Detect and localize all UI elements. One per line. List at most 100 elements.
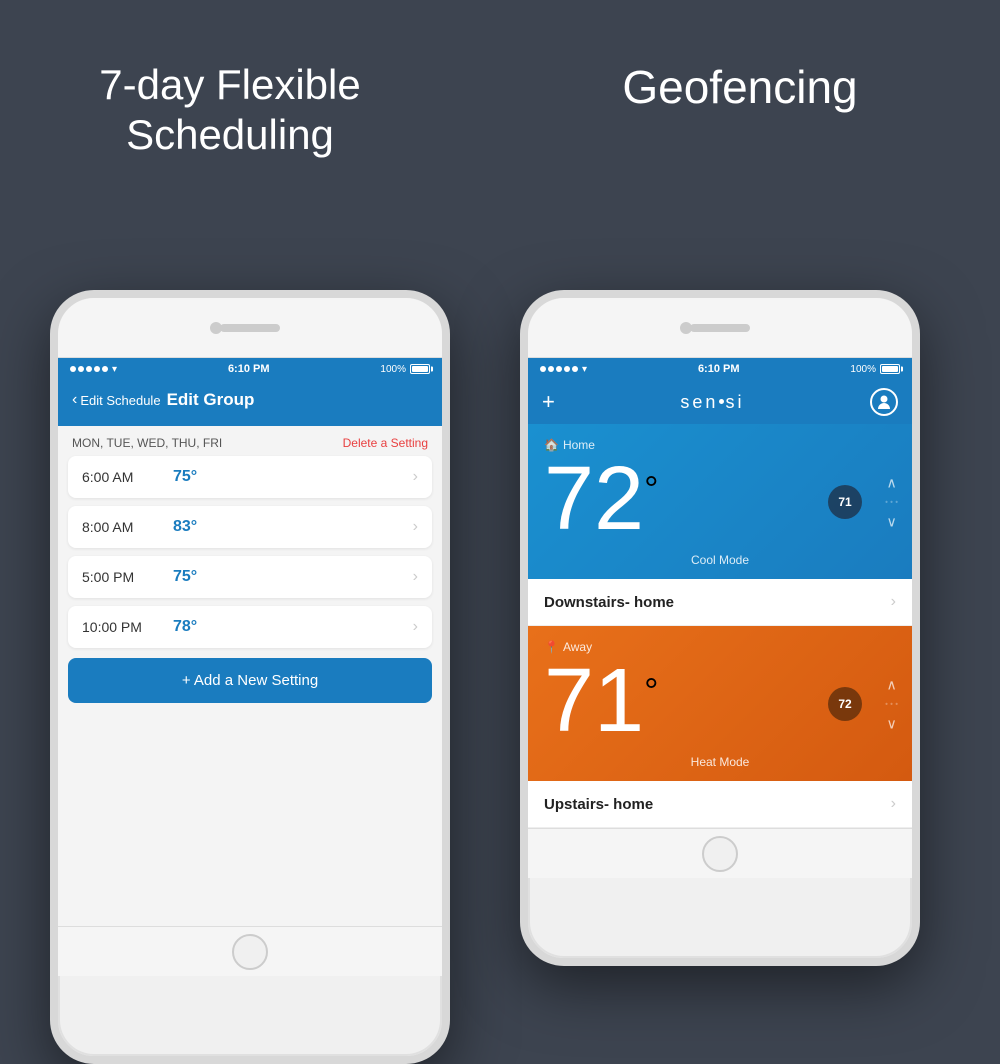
status-bar-right: ▾ 6:10 PM 100% bbox=[528, 358, 912, 380]
plus-button[interactable]: + bbox=[542, 389, 555, 415]
signal-dot bbox=[548, 366, 554, 372]
thermostat-name-downstairs: Downstairs- home bbox=[544, 594, 674, 611]
set-temp-badge-heat: 72 bbox=[828, 687, 862, 721]
dots-separator: • • • bbox=[885, 497, 898, 506]
schedule-time: 10:00 PM bbox=[82, 619, 157, 635]
status-time-right: 6:10 PM bbox=[698, 363, 740, 375]
chevron-right-icon: › bbox=[413, 518, 418, 536]
battery-icon-left bbox=[410, 364, 430, 374]
back-chevron-icon: ‹ bbox=[72, 392, 77, 408]
schedule-time: 5:00 PM bbox=[82, 569, 157, 585]
days-row: MON, TUE, WED, THU, FRI Delete a Setting bbox=[58, 426, 442, 456]
geofencing-title: Geofencing bbox=[560, 60, 920, 115]
phone-camera-right bbox=[680, 322, 692, 334]
chevron-right-icon: › bbox=[891, 795, 896, 813]
wifi-icon-right: ▾ bbox=[582, 364, 587, 375]
left-phone: ▾ 6:10 PM 100% ‹ Edit Schedule Edit Grou… bbox=[50, 290, 450, 1064]
signal-dot bbox=[94, 366, 100, 372]
signal-dot bbox=[572, 366, 578, 372]
phone-camera bbox=[210, 322, 222, 334]
temp-up-button-cool[interactable]: ∧ bbox=[886, 475, 896, 489]
status-left-right: ▾ bbox=[540, 364, 587, 375]
thermostat-row-upstairs[interactable]: Upstairs- home › bbox=[528, 781, 912, 828]
geo-app-content: 🏠 Home 72° 71 ∧ • • • ∨ Cool Mode Do bbox=[528, 424, 912, 828]
chevron-right-icon: › bbox=[413, 568, 418, 586]
phone-top-bar-right bbox=[528, 298, 912, 358]
schedule-content: MON, TUE, WED, THU, FRI Delete a Setting… bbox=[58, 426, 442, 926]
status-right-right: 100% bbox=[850, 364, 900, 375]
back-button[interactable]: ‹ Edit Schedule bbox=[72, 392, 161, 408]
temp-arrows-cool: ∧ • • • ∨ bbox=[885, 475, 898, 528]
big-temp-heat: 71 bbox=[544, 651, 644, 751]
temp-up-button-heat[interactable]: ∧ bbox=[886, 677, 896, 691]
signal-dot bbox=[70, 366, 76, 372]
cool-card-bg: 🏠 Home 72° 71 ∧ • • • ∨ Cool Mode bbox=[528, 424, 912, 579]
battery-label-left: 100% bbox=[380, 364, 406, 375]
schedule-item-left: 6:00 AM 75° bbox=[82, 468, 197, 486]
cool-mode-text: Cool Mode bbox=[691, 553, 749, 567]
phone-bottom-bar-right bbox=[528, 828, 912, 878]
chevron-right-icon: › bbox=[891, 593, 896, 611]
home-button-right[interactable] bbox=[702, 836, 738, 872]
schedule-temp: 75° bbox=[173, 468, 197, 486]
delete-setting-link[interactable]: Delete a Setting bbox=[343, 436, 428, 450]
schedule-list: 6:00 AM 75° › 8:00 AM 83° › 5:00 P bbox=[58, 456, 442, 648]
signal-dot bbox=[102, 366, 108, 372]
phone-speaker-right bbox=[690, 324, 750, 332]
thermostat-name-upstairs: Upstairs- home bbox=[544, 796, 653, 813]
schedule-item[interactable]: 10:00 PM 78° › bbox=[68, 606, 432, 648]
signal-dot bbox=[86, 366, 92, 372]
schedule-item[interactable]: 8:00 AM 83° › bbox=[68, 506, 432, 548]
chevron-right-icon: › bbox=[413, 618, 418, 636]
away-temp-card: 📍 Away 71° 72 ∧ • • • ∨ Heat Mode Up bbox=[528, 626, 912, 828]
wifi-icon: ▾ bbox=[112, 364, 117, 375]
right-phone: ▾ 6:10 PM 100% + sensi bbox=[520, 290, 920, 966]
heat-mode-text: Heat Mode bbox=[691, 755, 750, 769]
temp-down-button-heat[interactable]: ∨ bbox=[886, 716, 896, 730]
thermostat-row-downstairs[interactable]: Downstairs- home › bbox=[528, 579, 912, 626]
group-title: Edit Group bbox=[167, 390, 255, 410]
schedule-header-top: ‹ Edit Schedule Edit Group bbox=[72, 390, 428, 410]
set-temp-badge-cool: 71 bbox=[828, 485, 862, 519]
schedule-item-left: 5:00 PM 75° bbox=[82, 568, 197, 586]
schedule-temp: 78° bbox=[173, 618, 197, 636]
schedule-app-header: ‹ Edit Schedule Edit Group bbox=[58, 380, 442, 426]
signal-dots-right bbox=[540, 366, 578, 372]
temp-down-button-cool[interactable]: ∨ bbox=[886, 514, 896, 528]
sensi-logo: sensi bbox=[680, 392, 744, 413]
schedule-temp: 75° bbox=[173, 568, 197, 586]
degree-cool: ° bbox=[644, 468, 658, 510]
battery-fill bbox=[412, 366, 428, 372]
heat-card-bg: 📍 Away 71° 72 ∧ • • • ∨ Heat Mode bbox=[528, 626, 912, 781]
sensi-dot-icon bbox=[719, 399, 724, 404]
geo-app-header: + sensi bbox=[528, 380, 912, 424]
signal-dot bbox=[556, 366, 562, 372]
schedule-time: 8:00 AM bbox=[82, 519, 157, 535]
battery-label-right: 100% bbox=[850, 364, 876, 375]
schedule-item[interactable]: 5:00 PM 75° › bbox=[68, 556, 432, 598]
schedule-temp: 83° bbox=[173, 518, 197, 536]
signal-dot bbox=[564, 366, 570, 372]
battery-icon-right bbox=[880, 364, 900, 374]
degree-heat: ° bbox=[644, 670, 658, 712]
home-button-left[interactable] bbox=[232, 934, 268, 970]
phone-top-bar-left bbox=[58, 298, 442, 358]
big-temp-cool: 72 bbox=[544, 449, 644, 549]
status-time-left: 6:10 PM bbox=[228, 363, 270, 375]
schedule-item[interactable]: 6:00 AM 75° › bbox=[68, 456, 432, 498]
schedule-item-left: 10:00 PM 78° bbox=[82, 618, 197, 636]
status-left: ▾ bbox=[70, 364, 117, 375]
dots-separator-heat: • • • bbox=[885, 699, 898, 708]
add-new-setting-button[interactable]: + Add a New Setting bbox=[68, 658, 432, 703]
home-temp-card: 🏠 Home 72° 71 ∧ • • • ∨ Cool Mode Do bbox=[528, 424, 912, 626]
schedule-time: 6:00 AM bbox=[82, 469, 157, 485]
status-right-left: 100% bbox=[380, 364, 430, 375]
temp-arrows-heat: ∧ • • • ∨ bbox=[885, 677, 898, 730]
phone-bottom-bar-left bbox=[58, 926, 442, 976]
chevron-right-icon: › bbox=[413, 468, 418, 486]
days-label: MON, TUE, WED, THU, FRI bbox=[72, 436, 222, 450]
phone-speaker bbox=[220, 324, 280, 332]
signal-dot bbox=[78, 366, 84, 372]
battery-fill-right bbox=[882, 366, 898, 372]
profile-icon[interactable] bbox=[870, 388, 898, 416]
